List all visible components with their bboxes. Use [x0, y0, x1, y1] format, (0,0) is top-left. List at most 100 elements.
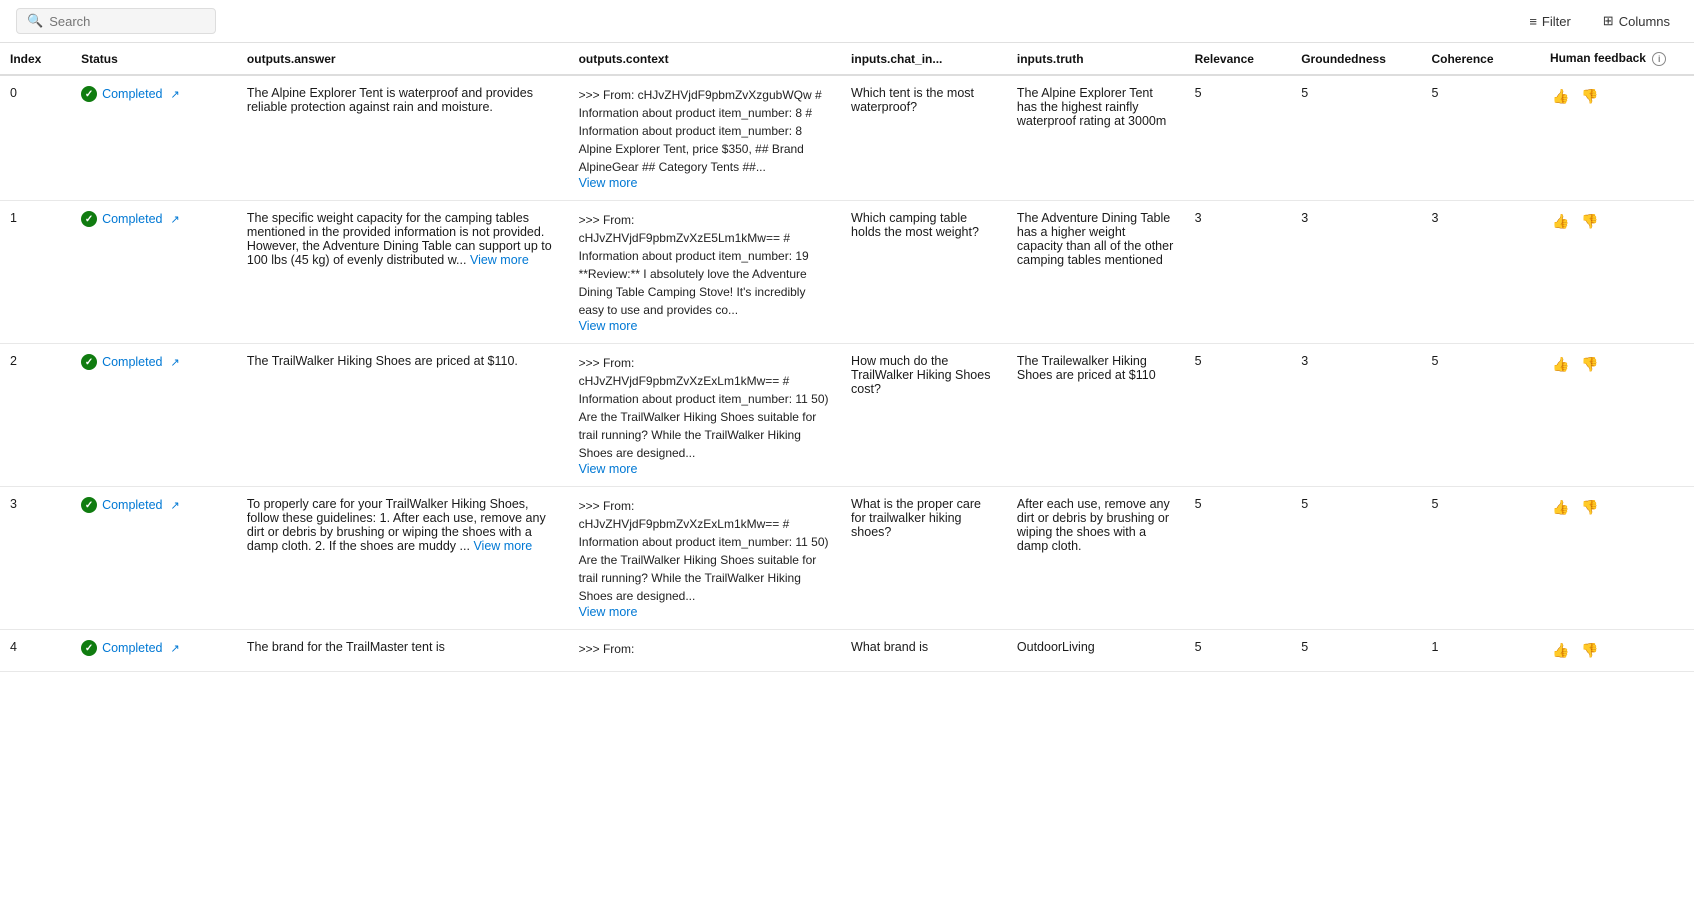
cell-truth: OutdoorLiving — [1007, 630, 1185, 672]
cell-truth: The Trailewalker Hiking Shoes are priced… — [1007, 344, 1185, 487]
thumbs-up-button[interactable]: 👍 — [1550, 354, 1571, 375]
cell-human-feedback: 👍 👎 — [1540, 344, 1694, 487]
thumbs-up-button[interactable]: 👍 — [1550, 497, 1571, 518]
cell-groundedness: 5 — [1291, 75, 1421, 201]
columns-button[interactable]: ⊞ Columns — [1595, 9, 1678, 33]
cell-human-feedback: 👍 👎 — [1540, 487, 1694, 630]
col-header-coherence: Coherence — [1421, 43, 1539, 75]
cell-relevance: 5 — [1185, 487, 1292, 630]
context-view-more-link[interactable]: View more — [579, 605, 638, 619]
cell-groundedness: 3 — [1291, 344, 1421, 487]
table-row: 2 Completed ↗ The TrailWalker Hiking Sho… — [0, 344, 1694, 487]
cell-human-feedback: 👍 👎 — [1540, 201, 1694, 344]
cell-context: >>> From: cHJvZHVjdF9pbmZvXzE5Lm1kMw== #… — [569, 201, 841, 344]
filter-button[interactable]: ≡ Filter — [1521, 10, 1578, 33]
columns-label: Columns — [1619, 14, 1670, 29]
cell-answer: The Alpine Explorer Tent is waterproof a… — [237, 75, 569, 201]
external-link-icon[interactable]: ↗ — [171, 499, 180, 512]
thumbs-up-button[interactable]: 👍 — [1550, 211, 1571, 232]
feedback-icons: 👍 👎 — [1550, 354, 1684, 375]
feedback-icons: 👍 👎 — [1550, 640, 1684, 661]
cell-status: Completed ↗ — [71, 630, 237, 672]
status-badge: Completed ↗ — [81, 497, 227, 513]
answer-text: The brand for the TrailMaster tent is — [247, 640, 445, 654]
top-actions: ≡ Filter ⊞ Columns — [1521, 9, 1678, 33]
col-header-status: Status — [71, 43, 237, 75]
cell-groundedness: 5 — [1291, 487, 1421, 630]
col-header-index: Index — [0, 43, 71, 75]
answer-text: The TrailWalker Hiking Shoes are priced … — [247, 354, 518, 368]
status-badge: Completed ↗ — [81, 211, 227, 227]
filter-icon: ≡ — [1529, 14, 1537, 29]
external-link-icon[interactable]: ↗ — [171, 642, 180, 655]
cell-index: 4 — [0, 630, 71, 672]
cell-status: Completed ↗ — [71, 344, 237, 487]
cell-chat-input: Which camping table holds the most weigh… — [841, 201, 1007, 344]
thumbs-down-button[interactable]: 👎 — [1579, 86, 1600, 107]
context-text: >>> From: cHJvZHVjdF9pbmZvXzExLm1kMw== #… — [579, 356, 829, 460]
context-text: >>> From: cHJvZHVjdF9pbmZvXzE5Lm1kMw== #… — [579, 213, 809, 317]
thumbs-up-button[interactable]: 👍 — [1550, 640, 1571, 661]
top-bar: 🔍 ≡ Filter ⊞ Columns — [0, 0, 1694, 43]
search-box[interactable]: 🔍 — [16, 8, 216, 34]
table-row: 4 Completed ↗ The brand for the TrailMas… — [0, 630, 1694, 672]
cell-groundedness: 5 — [1291, 630, 1421, 672]
cell-coherence: 5 — [1421, 75, 1539, 201]
answer-view-more-link[interactable]: View more — [473, 539, 532, 553]
cell-relevance: 3 — [1185, 201, 1292, 344]
human-feedback-info-icon[interactable]: i — [1652, 52, 1666, 66]
thumbs-down-button[interactable]: 👎 — [1579, 640, 1600, 661]
answer-view-more-link[interactable]: View more — [470, 253, 529, 267]
cell-truth: The Alpine Explorer Tent has the highest… — [1007, 75, 1185, 201]
cell-index: 2 — [0, 344, 71, 487]
cell-context: >>> From: — [569, 630, 841, 672]
cell-coherence: 5 — [1421, 487, 1539, 630]
cell-chat-input: Which tent is the most waterproof? — [841, 75, 1007, 201]
cell-relevance: 5 — [1185, 630, 1292, 672]
col-header-context: outputs.context — [569, 43, 841, 75]
cell-coherence: 5 — [1421, 344, 1539, 487]
status-badge: Completed ↗ — [81, 640, 227, 656]
thumbs-down-button[interactable]: 👎 — [1579, 497, 1600, 518]
feedback-icons: 👍 👎 — [1550, 211, 1684, 232]
cell-status: Completed ↗ — [71, 487, 237, 630]
context-text: >>> From: cHJvZHVjdF9pbmZvXzExLm1kMw== #… — [579, 499, 829, 603]
cell-chat-input: How much do the TrailWalker Hiking Shoes… — [841, 344, 1007, 487]
context-view-more-link[interactable]: View more — [579, 462, 638, 476]
thumbs-down-button[interactable]: 👎 — [1579, 354, 1600, 375]
search-icon: 🔍 — [27, 13, 43, 29]
col-header-answer: outputs.answer — [237, 43, 569, 75]
external-link-icon[interactable]: ↗ — [171, 88, 180, 101]
col-header-chat: inputs.chat_in... — [841, 43, 1007, 75]
table-row: 0 Completed ↗ The Alpine Explorer Tent i… — [0, 75, 1694, 201]
cell-index: 3 — [0, 487, 71, 630]
cell-context: >>> From: cHJvZHVjdF9pbmZvXzExLm1kMw== #… — [569, 487, 841, 630]
status-text: Completed — [102, 87, 162, 101]
cell-status: Completed ↗ — [71, 201, 237, 344]
context-view-more-link[interactable]: View more — [579, 176, 638, 190]
cell-truth: The Adventure Dining Table has a higher … — [1007, 201, 1185, 344]
status-text: Completed — [102, 641, 162, 655]
cell-index: 0 — [0, 75, 71, 201]
cell-truth: After each use, remove any dirt or debri… — [1007, 487, 1185, 630]
completed-icon — [81, 354, 97, 370]
feedback-icons: 👍 👎 — [1550, 86, 1684, 107]
external-link-icon[interactable]: ↗ — [171, 356, 180, 369]
status-text: Completed — [102, 355, 162, 369]
cell-coherence: 1 — [1421, 630, 1539, 672]
completed-icon — [81, 86, 97, 102]
completed-icon — [81, 640, 97, 656]
context-text: >>> From: — [579, 642, 635, 656]
table-header-row: Index Status outputs.answer outputs.cont… — [0, 43, 1694, 75]
cell-groundedness: 3 — [1291, 201, 1421, 344]
filter-label: Filter — [1542, 14, 1571, 29]
search-input[interactable] — [49, 14, 189, 29]
col-header-groundedness: Groundedness — [1291, 43, 1421, 75]
cell-human-feedback: 👍 👎 — [1540, 630, 1694, 672]
results-table: Index Status outputs.answer outputs.cont… — [0, 43, 1694, 672]
thumbs-down-button[interactable]: 👎 — [1579, 211, 1600, 232]
context-view-more-link[interactable]: View more — [579, 319, 638, 333]
thumbs-up-button[interactable]: 👍 — [1550, 86, 1571, 107]
external-link-icon[interactable]: ↗ — [171, 213, 180, 226]
cell-index: 1 — [0, 201, 71, 344]
